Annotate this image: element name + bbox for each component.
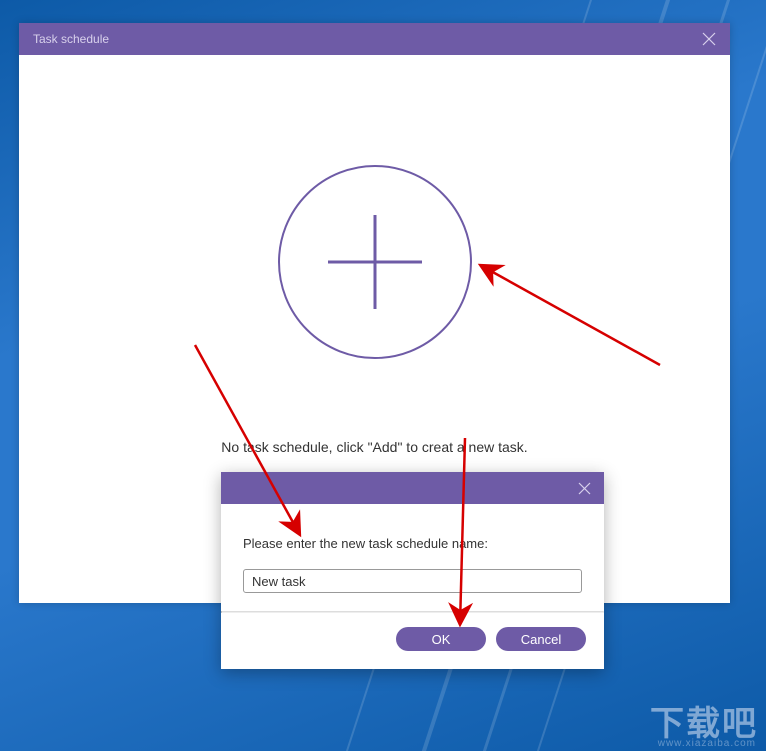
modal-prompt-label: Please enter the new task schedule name: <box>243 536 582 551</box>
main-titlebar: Task schedule <box>19 23 730 55</box>
cancel-button[interactable]: Cancel <box>496 627 586 651</box>
modal-footer: OK Cancel <box>221 613 604 669</box>
main-window-title: Task schedule <box>33 32 109 46</box>
plus-icon <box>320 207 430 317</box>
modal-titlebar <box>221 472 604 504</box>
watermark-url: www.xiazaiba.com <box>658 738 756 749</box>
task-name-input[interactable] <box>243 569 582 593</box>
close-icon <box>578 482 591 495</box>
ok-button[interactable]: OK <box>396 627 486 651</box>
close-icon <box>702 32 716 46</box>
empty-state-message: No task schedule, click "Add" to creat a… <box>221 439 527 455</box>
new-task-dialog: Please enter the new task schedule name:… <box>221 472 604 669</box>
add-task-button[interactable] <box>278 165 472 359</box>
main-close-button[interactable] <box>698 28 720 50</box>
modal-close-button[interactable] <box>574 478 594 498</box>
desktop-background: Task schedule No task schedule, click "A… <box>0 0 766 751</box>
modal-body: Please enter the new task schedule name: <box>221 504 604 611</box>
